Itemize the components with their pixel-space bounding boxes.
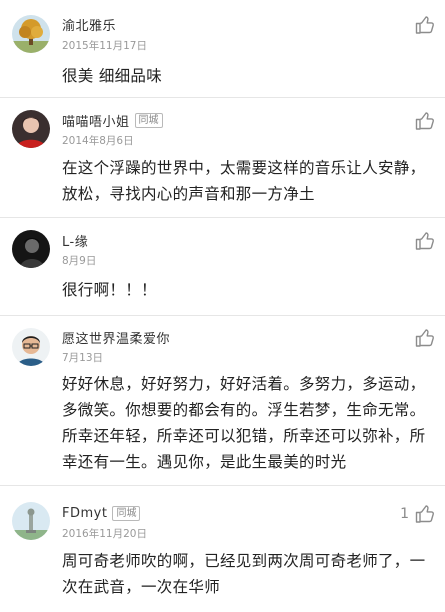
comment-text: 很美 细细品味 bbox=[62, 67, 163, 85]
comment-item: 渝北雅乐 2015年11月17日 很美 细细品味 bbox=[0, 0, 445, 98]
comment-text: 周可奇老师吹的啊，已经见到两次周可奇老师了，一次在武音，一次在华师 bbox=[62, 552, 426, 596]
comment-date: 2014年8月6日 bbox=[62, 135, 134, 147]
thumbs-up-icon bbox=[415, 112, 434, 130]
like-button[interactable] bbox=[415, 15, 435, 35]
comment-item: L-缘 8月9日 很行啊！！！ bbox=[0, 218, 445, 316]
name-line: 愿这世界温柔爱你 bbox=[62, 327, 170, 347]
like-button[interactable] bbox=[415, 111, 435, 131]
comment-item: 愿这世界温柔爱你 7月13日 好好休息，好好努力，好好活着。多努力，多运动，多微… bbox=[0, 316, 445, 486]
username[interactable]: 喵喵唔小姐 bbox=[62, 111, 130, 130]
thumbs-up-icon bbox=[415, 329, 434, 347]
thumbs-up-icon bbox=[415, 16, 434, 34]
comment-date: 8月9日 bbox=[62, 255, 97, 267]
comment-item: 喵喵唔小姐 同城 2014年8月6日 在这个浮躁的世界中，太需要这样的音乐让人安… bbox=[0, 98, 445, 218]
username[interactable]: L-缘 bbox=[62, 231, 88, 250]
comment-text: 在这个浮躁的世界中，太需要这样的音乐让人安静，放松，寻找内心的声音和那一方净土 bbox=[62, 159, 426, 203]
comment-text: 很行啊！！！ bbox=[62, 281, 157, 299]
comment-text: 好好休息，好好努力，好好活着。多努力，多运动，多微笑。你想要的都会有的。浮生若梦… bbox=[62, 375, 426, 471]
avatar[interactable] bbox=[12, 230, 50, 268]
like-button[interactable] bbox=[415, 231, 435, 251]
like-count: 1 bbox=[400, 506, 409, 522]
like-button[interactable]: 1 bbox=[400, 504, 435, 524]
thumbs-up-icon bbox=[415, 505, 434, 523]
comment-date: 2016年11月20日 bbox=[62, 528, 147, 540]
username[interactable]: 渝北雅乐 bbox=[62, 15, 116, 34]
name-line: 渝北雅乐 bbox=[62, 14, 116, 34]
thumbs-up-icon bbox=[415, 232, 434, 250]
name-line: FDmyt 同城 bbox=[62, 503, 141, 523]
comment-item: FDmyt 同城 2016年11月20日 1 周可奇老师吹的啊，已经见到两次周可… bbox=[0, 486, 445, 612]
same-city-badge: 同城 bbox=[112, 505, 141, 521]
comment-date: 2015年11月17日 bbox=[62, 40, 147, 52]
avatar[interactable] bbox=[12, 502, 50, 540]
comment-date: 7月13日 bbox=[62, 352, 104, 364]
name-line: L-缘 bbox=[62, 230, 88, 250]
username[interactable]: FDmyt bbox=[62, 506, 107, 521]
name-line: 喵喵唔小姐 同城 bbox=[62, 110, 163, 130]
avatar[interactable] bbox=[12, 110, 50, 148]
same-city-badge: 同城 bbox=[134, 112, 163, 128]
like-button[interactable] bbox=[415, 328, 435, 348]
avatar[interactable] bbox=[12, 328, 50, 366]
username[interactable]: 愿这世界温柔爱你 bbox=[62, 328, 170, 347]
avatar[interactable] bbox=[12, 15, 50, 53]
